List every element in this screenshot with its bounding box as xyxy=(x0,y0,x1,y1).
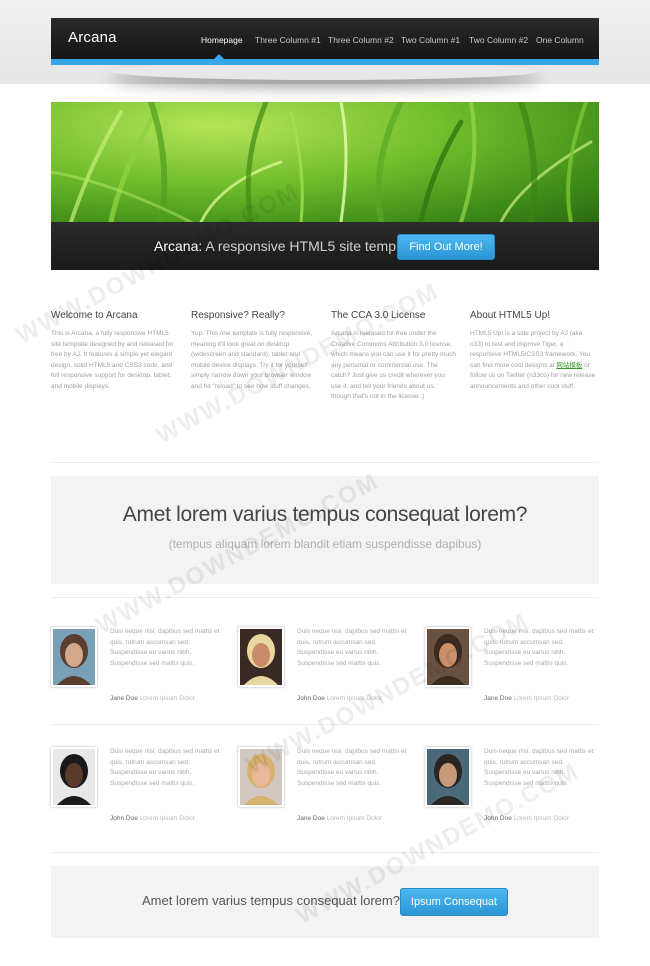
testimonial-card: Duis neque nisi, dapibus sed mattis et q… xyxy=(51,747,221,847)
section-divider xyxy=(51,852,599,853)
nav-item-homepage[interactable]: Homepage xyxy=(201,35,243,45)
column-welcome: Welcome to Arcana This is Arcana, a full… xyxy=(51,310,177,392)
testimonial-author: Jane Doe Lorem Ipsum Dolor xyxy=(484,695,569,702)
author-name: John Doe xyxy=(484,815,512,822)
testimonial-card: Duis neque nisi, dapibus sed mattis et q… xyxy=(425,627,595,727)
nav-item-three-column-2[interactable]: Three Column #2 xyxy=(328,35,394,45)
testimonial-text: Duis neque nisi, dapibus sed mattis et q… xyxy=(110,628,220,667)
author-name: John Doe xyxy=(110,815,138,822)
main-nav: Homepage Three Column #1 Three Column #2… xyxy=(0,35,650,49)
author-role: Lorem Ipsum Dolor xyxy=(513,815,569,822)
section-divider xyxy=(51,724,599,725)
testimonial-author: John Doe Lorem Ipsum Dolor xyxy=(484,815,569,822)
testimonial-card: Duis neque nisi, dapibus sed mattis et q… xyxy=(425,747,595,847)
column-title: About HTML5 Up! xyxy=(470,310,551,321)
avatar xyxy=(51,627,97,687)
column-body: This is Arcana, a fully responsive HTML5… xyxy=(51,330,174,390)
author-role: Lorem Ipsum Dolor xyxy=(326,695,382,702)
author-name: Jane Doe xyxy=(484,695,512,702)
nav-item-two-column-1[interactable]: Two Column #1 xyxy=(401,35,460,45)
testimonial-text: Duis neque nisi, dapibus sed mattis et q… xyxy=(484,628,594,667)
avatar xyxy=(51,747,97,807)
author-role: Lorem Ipsum Dolor xyxy=(139,815,195,822)
testimonial-card: Duis neque nisi, dapibus sed mattis et q… xyxy=(51,627,221,727)
testimonial-card: Duis neque nisi, dapibus sed mattis et q… xyxy=(238,747,408,847)
find-out-more-button[interactable]: Find Out More! xyxy=(397,234,495,260)
author-name: John Doe xyxy=(297,695,325,702)
testimonial-card: Duis neque nisi, dapibus sed mattis et q… xyxy=(238,627,408,727)
column-about: About HTML5 Up! HTML5 Up! is a side proj… xyxy=(470,310,596,392)
banner-headline: Arcana: A responsive HTML5 site template xyxy=(154,238,419,254)
testimonial-author: John Doe Lorem Ipsum Dolor xyxy=(297,695,382,702)
author-name: Jane Doe xyxy=(297,815,325,822)
grass-illustration xyxy=(51,102,593,222)
column-title: Responsive? Really? xyxy=(191,310,285,321)
avatar xyxy=(238,627,284,687)
testimonial-author: Jane Doe Lorem Ipsum Dolor xyxy=(110,695,195,702)
testimonial-author: John Doe Lorem Ipsum Dolor xyxy=(110,815,195,822)
avatar xyxy=(238,747,284,807)
testimonial-text: Duis neque nisi, dapibus sed mattis et q… xyxy=(297,628,407,667)
navbar-accent-bar xyxy=(51,59,599,65)
banner-headline-rest: A responsive HTML5 site template xyxy=(202,238,419,254)
feature-box: Amet lorem varius tempus consequat lorem… xyxy=(51,476,599,584)
banner-image xyxy=(51,102,599,222)
testimonial-text: Duis neque nisi, dapibus sed mattis et q… xyxy=(484,748,594,787)
ipsum-consequat-button[interactable]: Ipsum Consequat xyxy=(400,888,508,916)
nav-item-one-column[interactable]: One Column xyxy=(536,35,584,45)
author-role: Lorem Ipsum Dolor xyxy=(139,695,195,702)
author-role: Lorem Ipsum Dolor xyxy=(326,815,382,822)
templates-link[interactable]: 网站模板 xyxy=(556,362,582,369)
active-nav-indicator xyxy=(214,54,224,59)
column-license: The CCA 3.0 License Arcana is released f… xyxy=(331,310,457,403)
column-body: HTML5 Up! is a side project by AJ (aka n… xyxy=(470,329,596,392)
column-title: The CCA 3.0 License xyxy=(331,310,426,321)
testimonial-text: Duis neque nisi, dapibus sed mattis et q… xyxy=(110,748,220,787)
feature-subtitle: (tempus aliquam lorem blandit etiam susp… xyxy=(168,537,482,551)
avatar xyxy=(425,627,471,687)
feature-title: Amet lorem varius tempus consequat lorem… xyxy=(122,503,528,526)
section-divider xyxy=(51,462,599,463)
column-title: Welcome to Arcana xyxy=(51,310,138,321)
section-divider xyxy=(51,597,599,598)
testimonial-author: Jane Doe Lorem Ipsum Dolor xyxy=(297,815,382,822)
column-responsive: Responsive? Really? Yup. This one templa… xyxy=(191,310,317,392)
author-name: Jane Doe xyxy=(110,695,138,702)
column-body: Arcana is released for free under the Cr… xyxy=(331,330,457,400)
testimonial-text: Duis neque nisi, dapibus sed mattis et q… xyxy=(297,748,407,787)
cta-text: Amet lorem varius tempus consequat lorem… xyxy=(142,893,400,908)
nav-item-three-column-1[interactable]: Three Column #1 xyxy=(255,35,321,45)
author-role: Lorem Ipsum Dolor xyxy=(513,695,569,702)
avatar xyxy=(425,747,471,807)
banner-headline-strong: Arcana: xyxy=(154,238,203,254)
nav-item-two-column-2[interactable]: Two Column #2 xyxy=(469,35,528,45)
column-body: Yup. This one template is fully responsi… xyxy=(191,330,313,390)
